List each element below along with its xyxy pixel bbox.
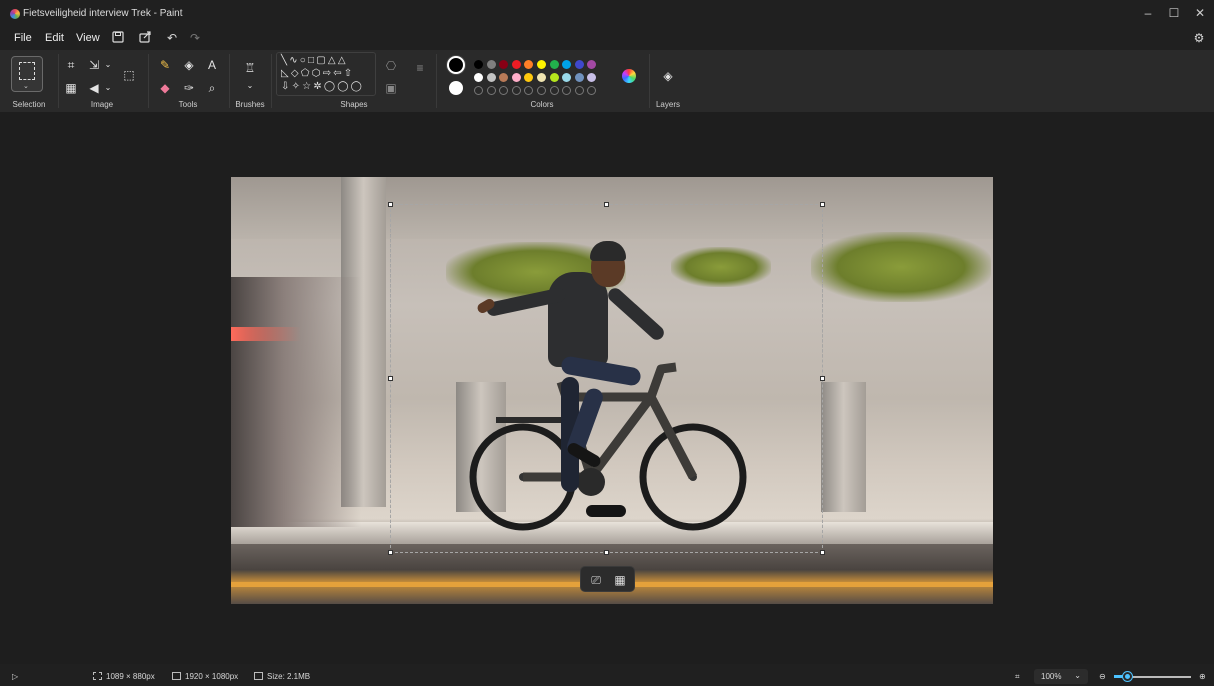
menu-bar: File Edit View ↶ ↷ ⚙ [0, 26, 1214, 50]
custom-color-slot[interactable] [486, 86, 496, 95]
selection-handle[interactable] [820, 202, 825, 207]
shapes-row-2[interactable]: ◺◇⬠⬡⇨⇦⇧ [281, 68, 354, 79]
selection-size-text: 1089 × 880px [106, 672, 155, 681]
title-bar: Fietsveiligheid interview Trek - Paint –… [0, 0, 1214, 26]
selection-handle[interactable] [388, 202, 393, 207]
primary-color-swatch[interactable] [447, 56, 465, 74]
selection-floating-toolbar: ⎚ ▦ [580, 566, 635, 592]
menu-view[interactable]: View [76, 32, 100, 44]
file-size-text: Size: 2.1MB [267, 672, 311, 681]
color-swatch[interactable] [574, 60, 584, 69]
shapes-gallery[interactable]: ╲∿○□▢△△ ◺◇⬠⬡⇨⇦⇧ ⇩✧☆✲◯◯◯ [276, 52, 376, 96]
line-size-icon[interactable]: ≡ [412, 60, 428, 76]
custom-color-slot[interactable] [511, 86, 521, 95]
selection-size: 1089 × 880px [93, 672, 155, 681]
canvas-size-icon [172, 672, 181, 680]
color-swatch[interactable] [574, 73, 584, 82]
canvas-size-text: 1920 × 1080px [185, 672, 239, 681]
remove-background-icon[interactable]: ⎚ [588, 572, 604, 588]
color-swatch[interactable] [549, 60, 559, 69]
zoom-out-icon[interactable]: ⊖ [1099, 672, 1106, 681]
layers-group-label: Layers [655, 100, 680, 109]
redo-icon[interactable]: ↷ [186, 29, 204, 47]
pointer-position-icon: ▷ [12, 672, 19, 681]
custom-color-slot[interactable] [537, 86, 546, 95]
save-icon [254, 672, 263, 680]
shapes-group-label: Shapes [340, 100, 368, 109]
file-size: Size: 2.1MB [254, 672, 310, 681]
selection-handle[interactable] [604, 202, 609, 207]
layers-icon[interactable]: ◈ [660, 68, 676, 84]
color-swatch[interactable] [511, 73, 521, 82]
custom-color-slot[interactable] [474, 86, 483, 95]
color-swatch[interactable] [486, 60, 496, 69]
window-title: Fietsveiligheid interview Trek - Paint [23, 8, 183, 19]
color-swatch[interactable] [474, 73, 483, 82]
outline-icon[interactable]: ⎔ [383, 58, 399, 74]
selection-rectangle[interactable] [388, 202, 825, 555]
shapes-group: ╲∿○□▢△△ ◺◇⬠⬡⇨⇦⇧ ⇩✧☆✲◯◯◯ ⎔ ≡ ▣ Shapes [0, 50, 440, 112]
layers-group: ◈ Layers [650, 50, 686, 112]
secondary-color-swatch[interactable] [449, 81, 463, 95]
shapes-row-3[interactable]: ⇩✧☆✲◯◯◯ [281, 81, 364, 92]
ribbon: ⌄ Selection ⌗ ⇲ ⌄ ▦ ◀ ⌄ ⬚ Image ✎ ◈ A ◆ … [0, 50, 1214, 112]
settings-gear-icon[interactable]: ⚙ [1190, 29, 1208, 47]
shapes-row-1[interactable]: ╲∿○□▢△△ [281, 55, 348, 66]
selection-handle[interactable] [820, 550, 825, 555]
color-swatch[interactable] [537, 60, 546, 69]
color-swatch[interactable] [474, 60, 483, 69]
menu-file[interactable]: File [14, 32, 32, 44]
menu-edit[interactable]: Edit [45, 32, 64, 44]
chevron-down-icon: ⌄ [1074, 671, 1081, 680]
selection-size-icon [93, 672, 102, 680]
custom-color-slot[interactable] [574, 86, 584, 95]
zoom-in-icon[interactable]: ⊕ [1199, 672, 1206, 681]
selection-handle[interactable] [388, 550, 393, 555]
canvas-size: 1920 × 1080px [172, 672, 238, 681]
save-icon[interactable] [109, 29, 127, 47]
crop-to-selection-icon[interactable]: ▦ [612, 572, 628, 588]
selection-handle[interactable] [604, 550, 609, 555]
zoom-value: 100% [1041, 672, 1062, 681]
colors-group-label: Colors [530, 100, 554, 109]
minimize-button[interactable]: – [1138, 5, 1158, 21]
color-swatch[interactable] [511, 60, 521, 69]
color-swatch[interactable] [537, 73, 546, 82]
custom-color-slot[interactable] [549, 86, 559, 95]
status-bar: ▷ 1089 × 880px 1920 × 1080px Size: 2.1MB… [0, 664, 1214, 686]
fit-to-window-icon[interactable]: ⌗ [1015, 672, 1020, 682]
zoom-dropdown[interactable]: 100% ⌄ [1034, 669, 1088, 684]
paint-app-icon [10, 9, 20, 19]
selection-handle[interactable] [820, 376, 825, 381]
edit-colors-icon[interactable] [622, 69, 636, 83]
color-swatch[interactable] [486, 73, 496, 82]
color-swatch[interactable] [549, 73, 559, 82]
close-button[interactable]: ✕ [1190, 5, 1210, 21]
undo-icon[interactable]: ↶ [163, 29, 181, 47]
zoom-slider-thumb[interactable] [1123, 672, 1132, 681]
maximize-button[interactable]: ☐ [1164, 5, 1184, 21]
selection-handle[interactable] [388, 376, 393, 381]
fill-icon[interactable]: ▣ [383, 80, 399, 96]
share-icon[interactable] [136, 29, 154, 47]
